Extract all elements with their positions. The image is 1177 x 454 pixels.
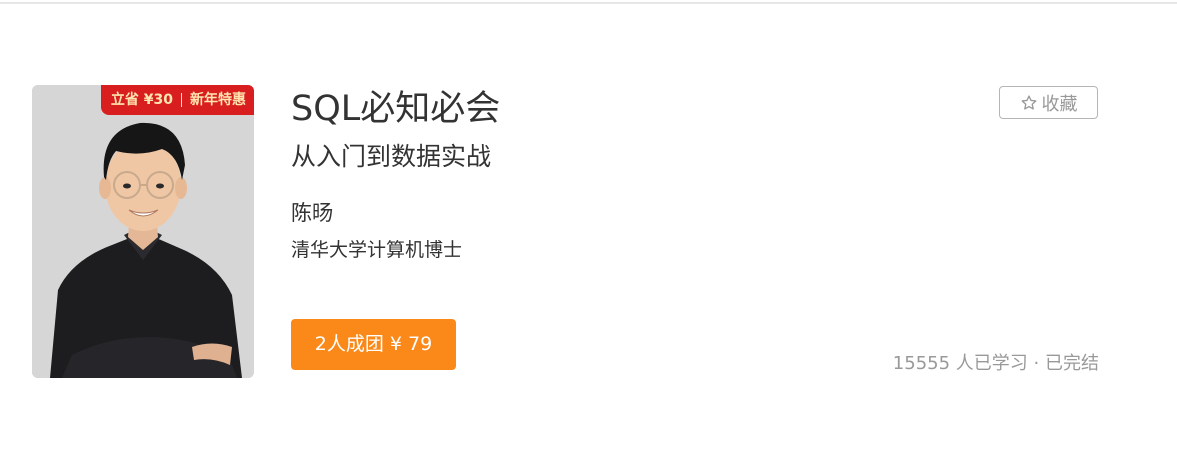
author-name: 陈旸 — [291, 201, 333, 225]
favorite-label: 收藏 — [1041, 93, 1078, 115]
learner-count: 15555 — [892, 353, 951, 374]
top-divider — [0, 2, 1177, 4]
course-subtitle: 从入门到数据实战 — [291, 142, 492, 171]
promo-badge: 立省 ¥30 新年特惠 — [100, 85, 254, 115]
favorite-button[interactable]: 收藏 — [999, 86, 1098, 119]
star-outline-icon — [1020, 94, 1038, 112]
course-status: 已完结 — [1045, 353, 1099, 374]
learner-suffix: 人已学习 — [955, 353, 1028, 374]
promo-savings: 立省 ¥30 — [110, 92, 173, 108]
promo-event: 新年特惠 — [190, 92, 246, 108]
course-cover-image[interactable]: 立省 ¥30 新年特惠 — [32, 85, 254, 378]
instructor-portrait — [32, 85, 254, 378]
group-buy-button[interactable]: 2人成团 ¥ 79 — [291, 319, 456, 370]
course-stats: 15555 人已学习 · 已完结 — [893, 349, 1099, 375]
course-title[interactable]: SQL必知必会 — [291, 80, 500, 131]
author-title: 清华大学计算机博士 — [291, 239, 463, 261]
stats-separator: · — [1033, 353, 1040, 374]
promo-separator — [181, 93, 182, 107]
